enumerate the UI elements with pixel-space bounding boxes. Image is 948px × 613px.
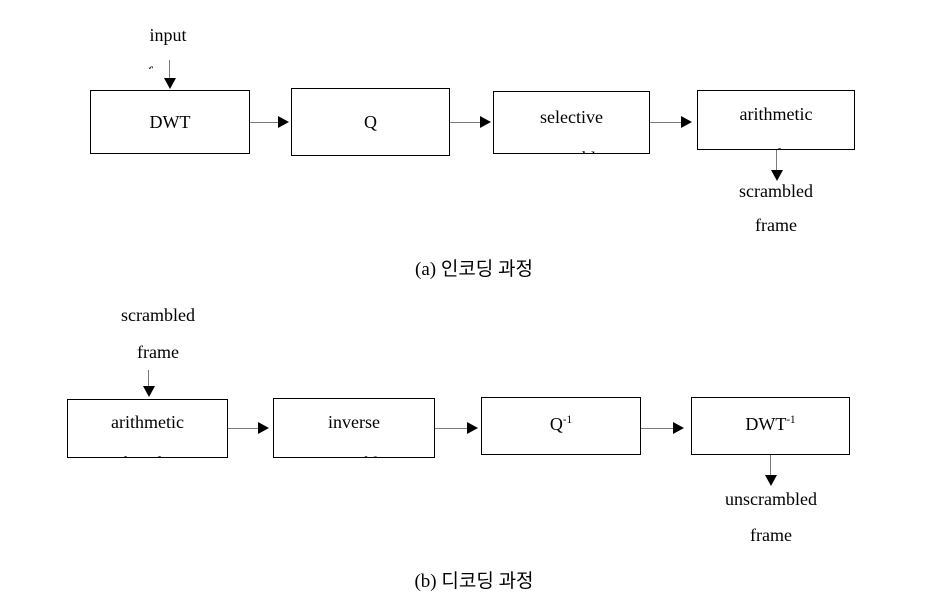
encoding-output-label-line1: scrambled [739,181,813,201]
encoding-block-dwt-line1: DWT [149,112,191,132]
decoding-connector-1-line [228,428,260,429]
decoding-output-arrow-head [765,475,777,486]
decoding-block-inverse-scramble-line1: inverse [328,412,380,432]
decoding-connector-1-head [258,422,269,434]
encoding-block-q-line1: Q [364,112,377,132]
decoding-block-dwt-inverse[interactable]: DWT-1 [691,397,850,455]
decoding-block-inverse-scramble[interactable]: inverse scramble [273,398,435,458]
encoding-connector-3-line [650,122,683,123]
decoding-connector-2-head [467,422,478,434]
decoding-block-arithmetic-decoder-line2: decoder [68,452,227,457]
encoding-connector-3-head [681,116,692,128]
encoding-block-selective-scramble-line2: scramble [494,147,649,153]
encoding-connector-1-head [278,116,289,128]
decoding-block-dwt-inverse-base: DWT [745,414,787,434]
decoding-caption: (b) 디코딩 과정 [414,571,534,592]
decoding-connector-2-line [435,428,469,429]
encoding-input-label-line1: input [149,25,187,45]
encoding-input-arrow-head [164,78,176,89]
decoding-connector-3-line [641,428,675,429]
figure-canvas: input frame DWT Q selective scramble ari… [0,0,948,613]
decoding-block-arithmetic-decoder[interactable]: arithmetic decoder [67,399,228,458]
decoding-block-q-inverse-line1: Q-1 [482,413,640,435]
decoding-input-label-line1: scrambled [121,305,195,325]
decoding-output-label-line1: unscrambled [725,489,817,509]
encoding-connector-2-line [450,122,482,123]
decoding-block-q-inverse[interactable]: Q-1 [481,397,641,455]
encoding-block-arithmetic-coder-line1: arithmetic [739,104,813,124]
decoding-block-q-inverse-base: Q [549,414,563,434]
encoding-block-arithmetic-coder[interactable]: arithmetic coder [697,90,855,150]
encoding-output-label-line2: frame [755,215,797,235]
decoding-block-dwt-inverse-superscript: -1 [786,414,796,426]
decoding-block-inverse-scramble-line2: scramble [274,452,434,457]
encoding-input-label-line2: frame [126,62,210,69]
decoding-block-q-inverse-superscript: -1 [562,414,573,426]
decoding-block-arithmetic-decoder-line1: arithmetic [111,412,184,432]
encoding-block-dwt[interactable]: DWT [90,90,250,154]
encoding-block-selective-scramble[interactable]: selective scramble [493,91,650,154]
encoding-connector-2-head [480,116,491,128]
decoding-input-label-line2: frame [137,342,179,362]
encoding-block-q[interactable]: Q [291,88,450,156]
encoding-caption: (a) 인코딩 과정 [415,259,533,280]
encoding-connector-1-line [250,122,280,123]
decoding-block-dwt-inverse-line1: DWT-1 [692,413,849,435]
encoding-block-selective-scramble-line1: selective [540,107,603,127]
decoding-input-arrow-head [143,386,155,397]
decoding-connector-3-head [673,422,684,434]
decoding-output-label-line2: frame [750,525,792,545]
